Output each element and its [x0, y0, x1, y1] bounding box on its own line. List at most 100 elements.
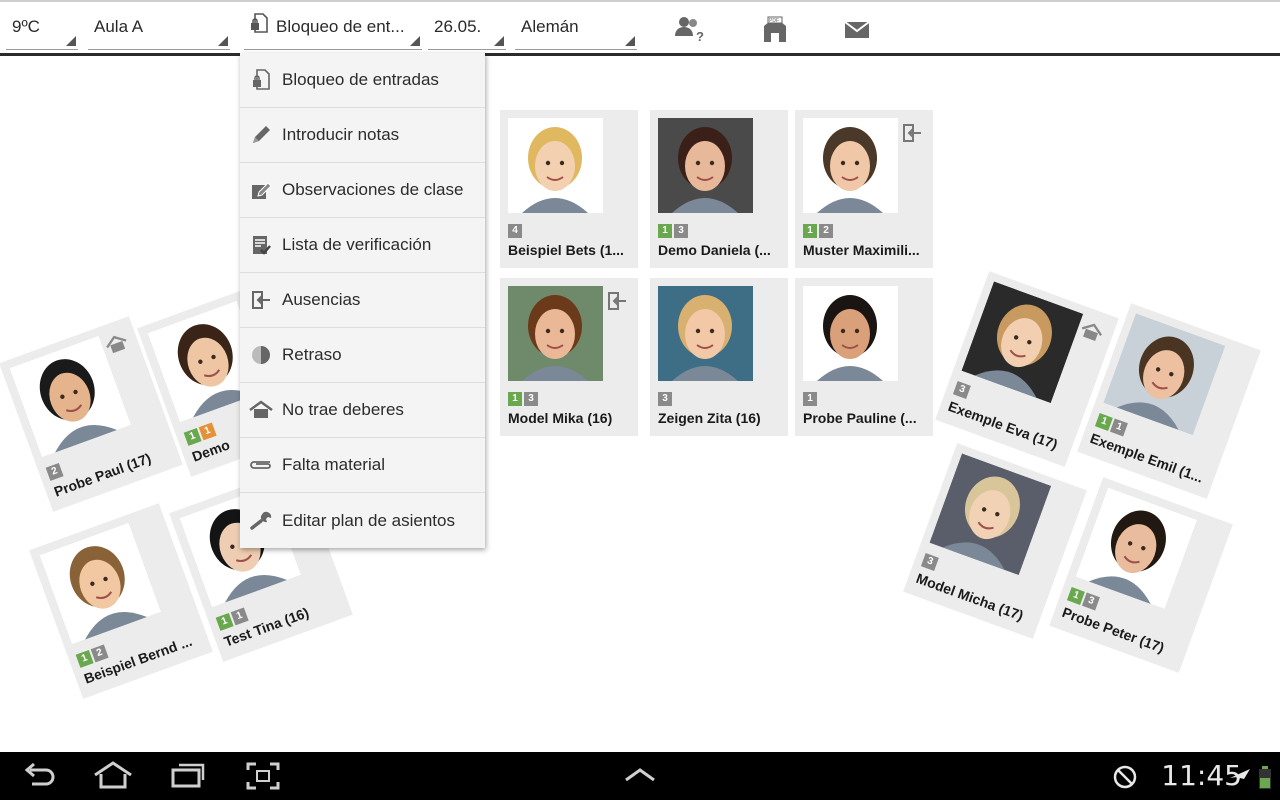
student-photo	[658, 286, 753, 381]
menu-item-label: Introducir notas	[282, 125, 400, 144]
grade-badge: 1	[803, 392, 817, 406]
student-photo	[508, 286, 603, 381]
student-name: Zeigen Zita (16)	[658, 410, 761, 426]
battery-icon	[1258, 766, 1272, 798]
student-name: Probe Peter (17)	[1060, 603, 1167, 656]
grade-badges: 2	[45, 462, 64, 481]
users-question-icon[interactable]: ?	[672, 14, 706, 44]
date-spinner[interactable]: 26.05.	[428, 12, 506, 50]
grade-badge: 3	[920, 553, 939, 571]
student-name: Muster Maximili...	[803, 242, 920, 258]
lock-document-icon	[250, 12, 268, 43]
grade-badge: 1	[75, 649, 94, 668]
grade-badge: 1	[508, 392, 522, 406]
mode-spinner[interactable]: Bloqueo de ent...	[244, 12, 422, 50]
menu-item-editar-plan[interactable]: Editar plan de asientos	[240, 493, 485, 548]
top-toolbar: 9ºC Aula A Bloqueo de ent... 26.05. Alem…	[0, 0, 1280, 56]
student-card[interactable]: 1 3 Model Mika (16)	[500, 278, 638, 436]
menu-item-label: Ausencias	[282, 290, 361, 309]
student-card[interactable]: 4 Beispiel Bets (1...	[500, 110, 638, 268]
grade-badge: 1	[803, 224, 817, 238]
student-photo	[658, 118, 753, 213]
exit-icon	[901, 122, 923, 144]
house-icon	[103, 331, 131, 359]
menu-item-bloqueo[interactable]: Bloqueo de entradas	[240, 53, 485, 108]
clock-pie-icon	[240, 328, 282, 383]
menu-item-label: Editar plan de asientos	[282, 510, 455, 530]
exit-door-icon	[240, 273, 282, 328]
recent-apps-icon[interactable]	[170, 760, 206, 792]
grade-badge: 3	[1081, 592, 1100, 611]
student-name: Probe Pauline (...	[803, 410, 917, 426]
school-pdf-icon[interactable]: PDF	[758, 14, 792, 44]
grade-badge: 3	[674, 224, 688, 238]
mail-icon[interactable]	[840, 14, 874, 44]
screenshot-icon[interactable]	[245, 760, 281, 792]
grade-badge: 2	[45, 462, 64, 481]
menu-item-label: Observaciones de clase	[282, 180, 464, 199]
student-card[interactable]: 3 Zeigen Zita (16)	[650, 278, 788, 436]
paperclip-icon	[240, 438, 282, 493]
mode-dropdown-menu: Bloqueo de entradas Introducir notas Obs…	[240, 53, 485, 548]
student-card[interactable]: 1 2 Muster Maximili...	[795, 110, 933, 268]
mode-value: Bloqueo de ent...	[276, 17, 405, 36]
room-value: Aula A	[94, 17, 144, 36]
back-icon[interactable]	[20, 760, 58, 792]
grade-badges: 12	[803, 224, 833, 238]
student-name: Model Micha (17)	[914, 569, 1026, 624]
student-card[interactable]: 1 3 Demo Daniela (...	[650, 110, 788, 268]
student-name: Model Mika (16)	[508, 410, 613, 426]
student-photo	[803, 118, 898, 213]
menu-item-label: Falta material	[282, 455, 385, 474]
grade-badge: 2	[819, 224, 833, 238]
menu-item-ausencias[interactable]: Ausencias	[240, 273, 485, 328]
grade-badge: 1	[230, 607, 249, 626]
pencil-icon	[240, 108, 282, 163]
grade-badge: 3	[658, 392, 672, 406]
menu-item-deberes[interactable]: No trae deberes	[240, 383, 485, 438]
grade-badge: 1	[1109, 418, 1128, 437]
student-photo	[961, 281, 1084, 404]
grade-badge: 2	[90, 644, 109, 663]
subject-value: Alemán	[521, 17, 579, 36]
edit-note-icon	[240, 163, 282, 218]
grade-badge: 3	[952, 381, 971, 399]
date-value: 26.05.	[434, 17, 482, 36]
grade-badges: 1	[803, 392, 817, 406]
student-photo	[1103, 313, 1226, 436]
grade-badges: 3	[952, 381, 971, 399]
menu-item-material[interactable]: Falta material	[240, 438, 485, 493]
menu-item-retraso[interactable]: Retraso	[240, 328, 485, 383]
checklist-icon	[240, 218, 282, 273]
up-chevron-icon[interactable]	[622, 760, 658, 792]
room-spinner[interactable]: Aula A	[88, 12, 230, 50]
svg-text:PDF: PDF	[769, 18, 779, 24]
menu-item-label: Lista de verificación	[282, 235, 432, 254]
grade-badges: 3	[658, 392, 672, 406]
grade-badge: 3	[524, 392, 538, 406]
student-photo	[803, 286, 898, 381]
student-photo	[929, 453, 1052, 576]
grade-badge: 4	[508, 224, 522, 238]
home-icon[interactable]	[92, 760, 134, 792]
menu-item-notas[interactable]: Introducir notas	[240, 108, 485, 163]
menu-item-label: Retraso	[282, 345, 342, 364]
menu-item-label: Bloqueo de entradas	[282, 70, 439, 89]
student-photo	[508, 118, 603, 213]
wrench-icon	[240, 493, 282, 548]
grade-badges: 3	[920, 553, 939, 571]
menu-item-lista[interactable]: Lista de verificación	[240, 218, 485, 273]
house-icon	[1077, 319, 1105, 347]
subject-spinner[interactable]: Alemán	[515, 12, 637, 50]
svg-text:?: ?	[696, 29, 704, 44]
student-photo	[39, 522, 162, 645]
student-card[interactable]: 1 Probe Pauline (...	[795, 278, 933, 436]
student-name: Demo Daniela (...	[658, 242, 771, 258]
menu-item-label: No trae deberes	[282, 400, 404, 419]
menu-item-observaciones[interactable]: Observaciones de clase	[240, 163, 485, 218]
exit-icon	[606, 290, 628, 312]
temperature-spinner[interactable]: 9ºC	[6, 12, 78, 50]
student-name: Beispiel Bets (1...	[508, 242, 624, 258]
grade-badge: 1	[658, 224, 672, 238]
system-navigation-bar: 11:45	[0, 752, 1280, 800]
